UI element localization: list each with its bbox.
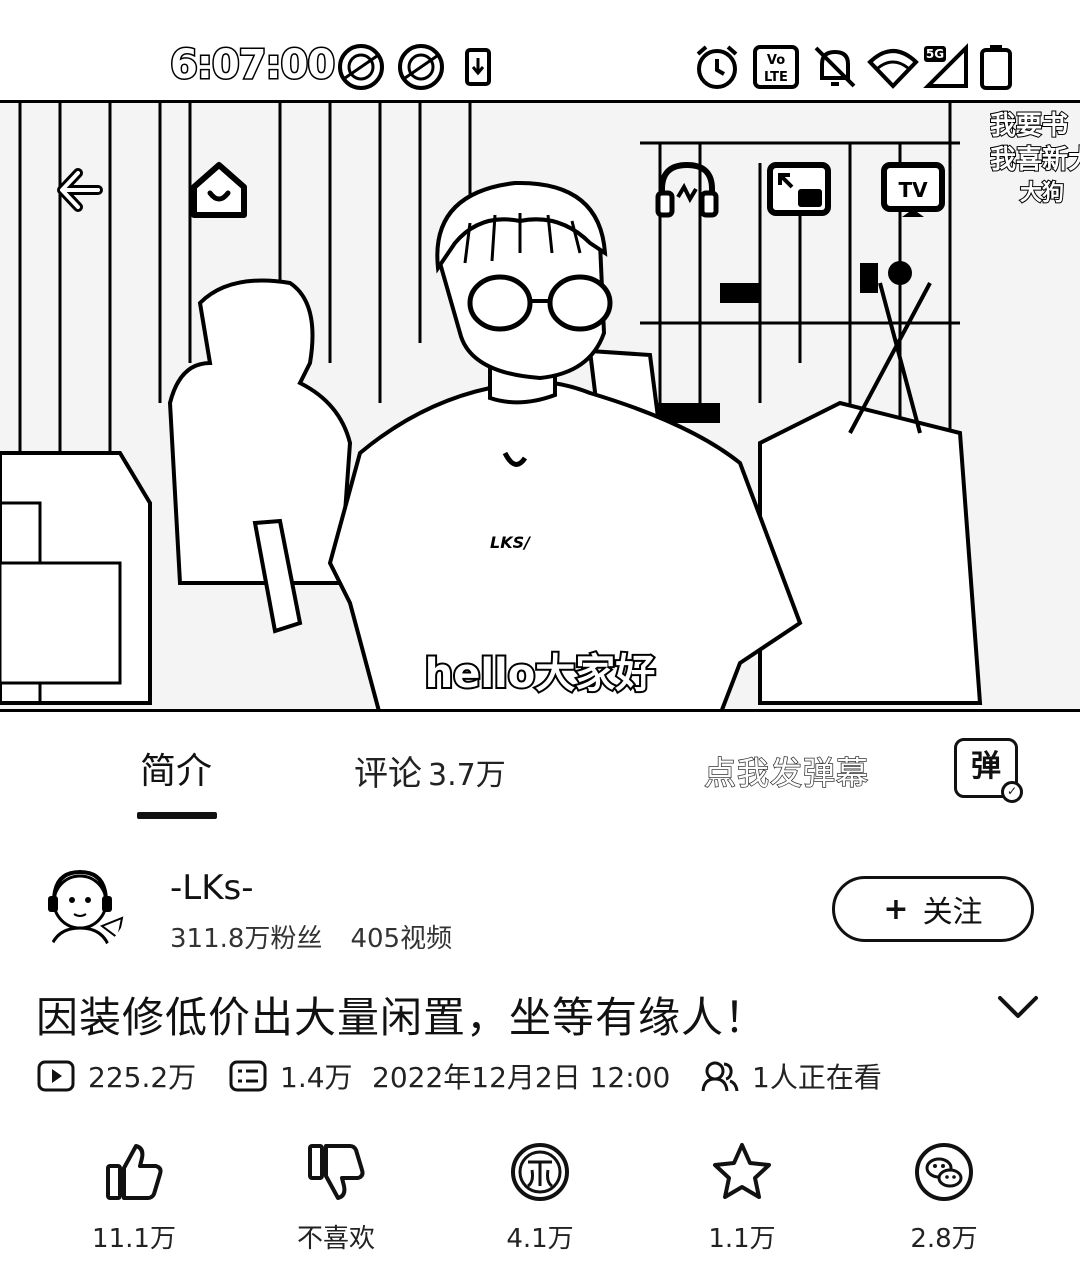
mute-icon — [814, 46, 856, 88]
uploader-stats: 311.8万粉丝 405视频 — [170, 918, 452, 955]
volte-icon: Vo LTE — [753, 45, 799, 89]
follow-label: 关注 — [922, 895, 983, 930]
shirt-print: LKS/ — [490, 533, 531, 552]
share-wechat-icon — [915, 1143, 973, 1201]
like-count: 11.1万 — [92, 1224, 176, 1254]
danmaku-count-value: 1.4万 — [280, 1061, 353, 1094]
video-count: 405视频 — [350, 924, 453, 954]
battery-icon — [980, 45, 1012, 90]
app-icon-1 — [338, 44, 384, 90]
danmaku-line: 大狗 — [1019, 180, 1065, 207]
star-icon — [713, 1143, 771, 1199]
plus-icon: + — [883, 891, 909, 927]
coin-button[interactable]: 4.1万 — [460, 1140, 620, 1255]
chevron-down-icon[interactable] — [996, 990, 1040, 1026]
danmaku-line: 我要书 — [990, 110, 1069, 142]
tab-intro[interactable]: 简介 — [140, 742, 212, 794]
share-button[interactable]: 2.8万 — [864, 1140, 1024, 1255]
active-tab-indicator — [137, 812, 217, 819]
follower-count: 311.8万粉丝 — [170, 924, 323, 954]
watching-now-value: 1人正在看 — [752, 1061, 882, 1094]
video-meta: 225.2万 1.4万 2022年12月2日 12:00 1人正在看 — [36, 1052, 1076, 1096]
tab-comments[interactable]: 评论 3.7万 — [354, 746, 506, 795]
danmaku-line: 我喜新大 — [990, 144, 1080, 176]
svg-text:Vo: Vo — [767, 53, 785, 68]
like-button[interactable]: 11.1万 — [54, 1140, 214, 1255]
danmaku-icon — [229, 1060, 267, 1092]
like-icon — [106, 1144, 163, 1200]
dislike-icon — [308, 1144, 365, 1200]
share-count: 2.8万 — [910, 1224, 978, 1254]
coin-count: 4.1万 — [506, 1224, 574, 1254]
danmaku-toggle-button[interactable]: 弹 ✓ — [954, 738, 1023, 803]
danmaku-count: 1.4万 — [228, 1056, 353, 1096]
tab-comments-count: 3.7万 — [428, 758, 506, 793]
back-icon[interactable] — [44, 153, 118, 227]
dislike-button[interactable]: 不喜欢 — [256, 1140, 416, 1255]
danmaku-toggle-label: 弹 — [971, 749, 1001, 784]
favorite-count: 1.1万 — [708, 1224, 776, 1254]
svg-text:TV: TV — [898, 178, 928, 202]
cast-tv-icon[interactable]: TV — [876, 153, 950, 227]
app-icon-2 — [398, 44, 444, 90]
5g-signal-icon: 5G — [923, 43, 968, 88]
action-bar: 11.1万 不喜欢 4.1万 1.1万 2.8万 — [0, 1140, 1080, 1269]
danmaku-input[interactable]: 点我发弹幕 — [703, 748, 869, 794]
dislike-label: 不喜欢 — [296, 1224, 375, 1254]
play-count-value: 225.2万 — [88, 1061, 197, 1094]
svg-text:LTE: LTE — [764, 70, 788, 85]
follow-button[interactable]: + 关注 — [832, 876, 1034, 942]
video-player[interactable]: LKS/ TV 我要书 我喜新大 大狗 hello大家好 — [0, 100, 1080, 712]
pip-icon[interactable] — [762, 153, 836, 227]
favorite-button[interactable]: 1.1万 — [662, 1140, 822, 1255]
detail-tabs: 简介 评论 3.7万 点我发弹幕 弹 ✓ — [0, 712, 1080, 822]
clock: 6:07:00 — [168, 41, 336, 90]
uploader-name[interactable]: -LKs- — [170, 868, 254, 908]
home-icon[interactable] — [182, 153, 256, 227]
watching-now: 1人正在看 — [700, 1056, 882, 1096]
people-icon — [701, 1061, 739, 1092]
status-bar: 6:07:00 Vo LTE 5G — [0, 0, 1080, 100]
download-icon — [465, 48, 491, 86]
tab-comments-label: 评论 — [354, 754, 422, 794]
publish-date-value: 2022年12月2日 12:00 — [372, 1061, 671, 1094]
svg-text:5G: 5G — [926, 47, 944, 61]
check-icon: ✓ — [1001, 781, 1023, 803]
coin-icon — [511, 1143, 569, 1201]
video-subtitle: hello大家好 — [423, 649, 658, 699]
danmaku-overlay: 我要书 我喜新大 大狗 — [990, 109, 1080, 211]
publish-date: 2022年12月2日 12:00 — [372, 1056, 670, 1096]
headphones-icon[interactable] — [650, 153, 724, 227]
play-icon — [37, 1060, 75, 1092]
play-count: 225.2万 — [36, 1056, 196, 1096]
alarm-icon — [696, 45, 738, 89]
avatar[interactable] — [36, 862, 126, 952]
wifi-icon — [867, 49, 919, 89]
video-title: 因装修低价出大量闲置，坐等有缘人！ — [36, 993, 768, 1042]
